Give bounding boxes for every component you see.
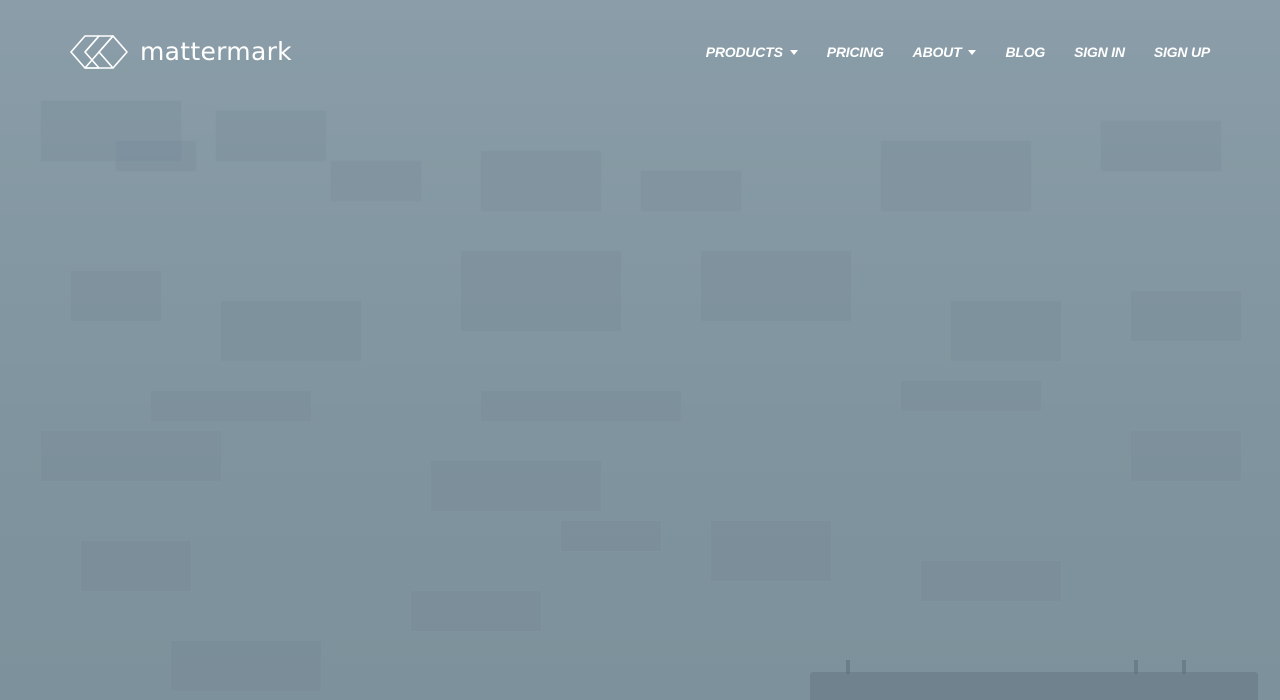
- mattermark-diamond-logo-icon: [70, 35, 128, 69]
- hero-background-ship-mast: [1182, 660, 1186, 674]
- sign-up-link[interactable]: SIGN UP: [1154, 44, 1210, 60]
- brand-logo-link[interactable]: mattermark: [70, 33, 292, 71]
- nav-item-label: SIGN IN: [1074, 44, 1125, 60]
- caret-down-icon: [789, 49, 798, 55]
- nav-item-label: PRICING: [826, 44, 884, 60]
- nav-item-pricing[interactable]: PRICING: [827, 44, 884, 60]
- hero-background: [0, 0, 1280, 700]
- nav-item-label: SIGN UP: [1153, 44, 1210, 60]
- hero-background-ship-mast: [1134, 660, 1138, 674]
- nav-item-about[interactable]: ABOUT: [913, 44, 977, 60]
- nav-item-label: BLOG: [1005, 44, 1046, 60]
- nav-item-products[interactable]: PRODUCTS: [706, 44, 798, 60]
- hero-background-ship: [810, 672, 1258, 700]
- hero-background-ship-mast: [846, 660, 850, 674]
- sign-in-link[interactable]: SIGN IN: [1074, 44, 1125, 60]
- nav-item-blog[interactable]: BLOG: [1005, 44, 1045, 60]
- nav-item-label: ABOUT: [912, 44, 962, 60]
- nav-item-label: PRODUCTS: [705, 44, 783, 60]
- main-nav: PRODUCTS PRICING ABOUT BLOG SIGN IN SIGN…: [706, 40, 1210, 64]
- brand-name: mattermark: [140, 37, 292, 66]
- caret-down-icon: [968, 49, 977, 55]
- site-header: mattermark PRODUCTS PRICING ABOUT BLOG S…: [0, 0, 1280, 104]
